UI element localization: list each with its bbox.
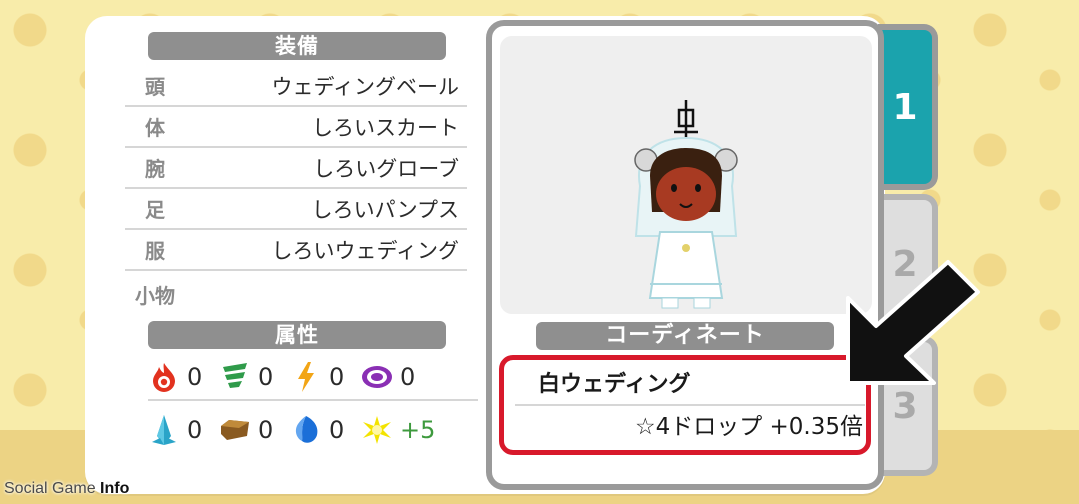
attribute-row: 0 0 0 0 xyxy=(148,355,478,401)
attribute-water: 0 xyxy=(290,414,351,446)
attribute-dark: 0 xyxy=(361,361,422,393)
watermark-text-bold: Info xyxy=(100,480,130,497)
attribute-header: 属性 xyxy=(148,321,446,349)
item-name: しろいグローブ xyxy=(313,156,459,181)
equip-row-clothes[interactable]: 服 しろいウェディング xyxy=(125,230,467,271)
attribute-value: 0 xyxy=(258,363,274,391)
slot-label: 足 xyxy=(145,198,165,222)
equipment-header: 装備 xyxy=(148,32,446,60)
equip-row-head[interactable]: 頭 ウェディングベール xyxy=(125,66,467,107)
attribute-value: 0 xyxy=(187,416,203,444)
attribute-lightning: 0 xyxy=(290,361,351,393)
tab-1[interactable]: 1 xyxy=(878,24,938,190)
item-name: しろいパンプス xyxy=(311,197,459,222)
equip-row-foot[interactable]: 足 しろいパンプス xyxy=(125,189,467,230)
item-name: しろいスカート xyxy=(312,115,459,140)
slot-label: 腕 xyxy=(145,157,165,181)
equip-row-arm[interactable]: 腕 しろいグローブ xyxy=(125,148,467,189)
attribute-ice: 0 xyxy=(148,414,209,446)
attribute-light: +5 xyxy=(361,414,448,446)
earth-icon xyxy=(221,420,249,440)
item-name: しろいウェディング xyxy=(271,238,459,263)
fire-icon xyxy=(153,363,175,392)
ice-crystal-icon xyxy=(152,415,176,445)
highlight-box xyxy=(499,355,871,455)
attribute-value: 0 xyxy=(258,416,274,444)
avatar-figure xyxy=(634,100,738,309)
slot-label: 小物 xyxy=(135,284,175,308)
attribute-wind: 0 xyxy=(219,361,280,393)
pointer-arrow-icon xyxy=(846,260,980,385)
watermark-text: Social Game xyxy=(4,480,101,497)
slot-label: 体 xyxy=(145,116,165,140)
slot-label: 頭 xyxy=(145,75,165,99)
attribute-earth: 0 xyxy=(219,414,280,446)
item-name: ウェディングベール xyxy=(271,74,459,99)
watermark: Social Game Info xyxy=(4,480,129,498)
slot-label: 服 xyxy=(145,239,165,263)
lightning-icon xyxy=(298,362,314,392)
light-burst-icon xyxy=(363,416,391,444)
character-preview xyxy=(500,36,872,314)
attribute-value: 0 xyxy=(187,363,203,391)
attribute-value: 0 xyxy=(329,416,345,444)
attribute-row: 0 0 0 +5 xyxy=(148,407,478,453)
attribute-fire: 0 xyxy=(148,361,209,393)
attribute-value-bonus: +5 xyxy=(400,416,436,444)
equip-row-body[interactable]: 体 しろいスカート xyxy=(125,107,467,148)
coordinate-header: コーディネート xyxy=(536,322,834,350)
attribute-value: 0 xyxy=(329,363,345,391)
attribute-value: 0 xyxy=(400,363,416,391)
dark-swirl-icon xyxy=(362,366,392,388)
wind-icon xyxy=(223,363,247,388)
tab-label: 1 xyxy=(892,86,918,128)
equip-row-accessory[interactable]: 小物 xyxy=(125,274,467,315)
water-drop-icon xyxy=(295,416,318,443)
